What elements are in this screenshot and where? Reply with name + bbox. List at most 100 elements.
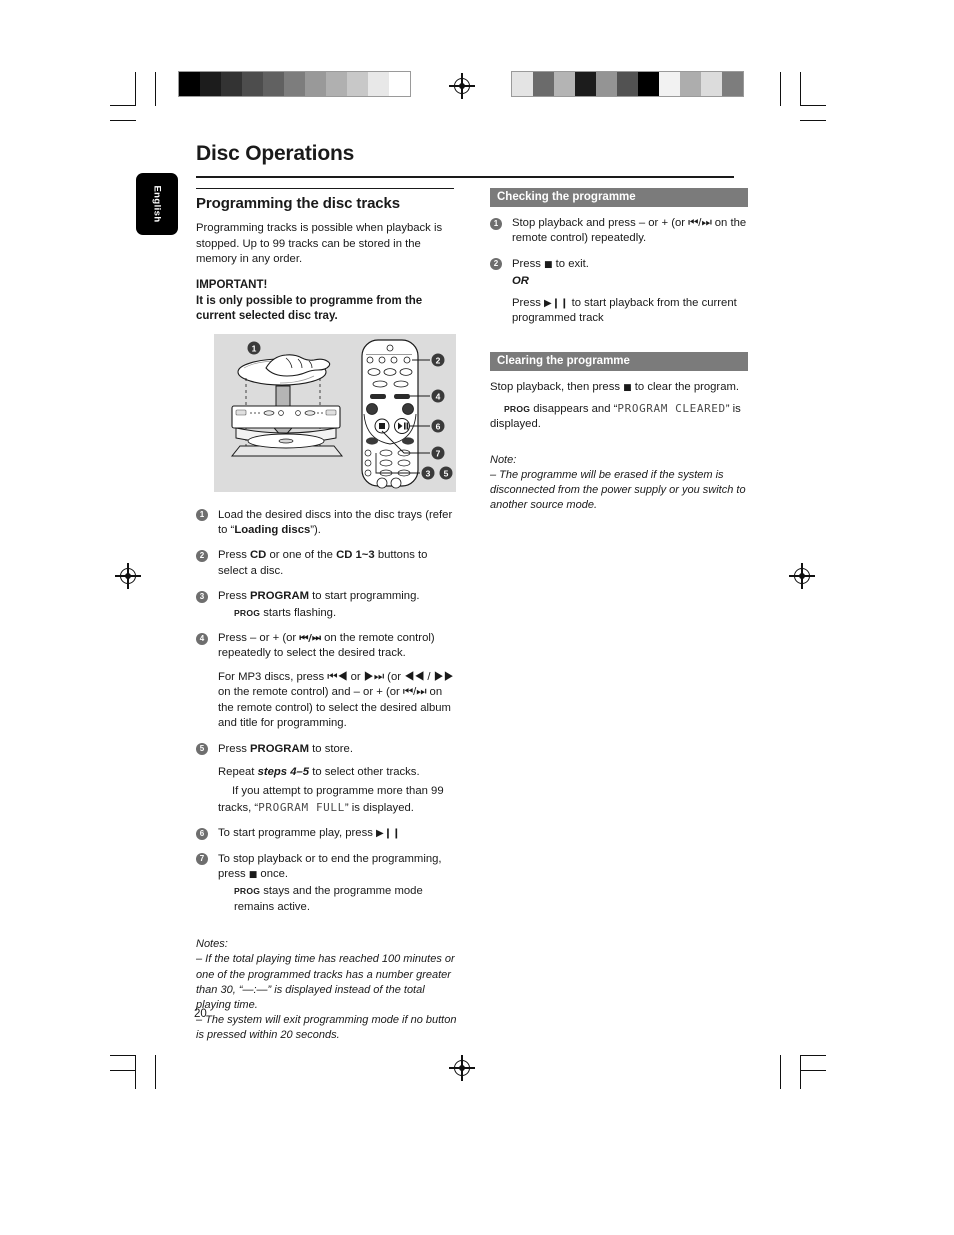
svg-text:3: 3 [426,469,431,479]
section-rule [196,188,454,190]
step-4: 4 Press – or + (or ⏮/⏭ on the remote con… [196,631,458,731]
note-label: Note: [490,453,517,466]
section-heading-programming: Programming the disc tracks [196,195,401,213]
language-tab: English [136,173,178,235]
step-3-sub: PROG starts flashing. [234,606,337,619]
play-pause-icon: ▶❙❙ [544,297,569,309]
button-program: PROGRAM [250,590,310,603]
left-column: Programming the disc tracks Programming … [196,188,458,1044]
gray-swatch [533,72,554,96]
registration-target-bottom [449,1055,475,1081]
crop-mark-top-right-horizontal [800,105,826,107]
step-6: 6 To start programme play, press ▶❙❙ [196,826,458,841]
svg-text:1: 1 [252,344,257,354]
or-separator: OR [512,275,529,288]
stop-icon: ■ [248,869,258,880]
prog-indicator: PROG [234,607,261,618]
stop-icon: ■ [623,383,632,394]
gray-swatch [617,72,638,96]
step-5-program-full: If you attempt to programme more than 99… [218,785,444,814]
registration-target-top [449,73,475,99]
gray-swatch [263,72,284,96]
crop-mark-bottom-left-vertical [135,1055,137,1089]
display-program-full: PROGRAM FULL [258,800,345,814]
registration-dot [459,83,465,89]
gray-swatch [596,72,617,96]
button-cd-1-3: CD 1~3 [336,549,375,562]
gray-swatch [638,72,659,96]
step-number: 4 [196,632,208,645]
crop-mark-top-right-vertical [800,72,802,106]
registration-target-left [115,563,141,589]
gray-swatch [389,72,410,96]
checking-step-2: 2 Press ■ to exit. OR [490,257,752,290]
crop-mark-bottom-right-outer [800,1070,826,1072]
crop-mark-top-left-bar [155,72,157,106]
prog-indicator: PROG [234,886,261,897]
step-text: Press – or + (or ⏮/⏭ on the remote contr… [218,632,435,660]
crop-mark-bottom-left-outer [110,1070,136,1072]
notes-block-left: Notes: – If the total playing time has r… [196,937,458,1043]
gray-swatch [200,72,221,96]
notes-block-right: Note: – The programme will be erased if … [490,453,752,514]
note-item: – The programme will be erased if the sy… [490,468,746,512]
section-heading-clearing: Clearing the programme [490,352,748,372]
button-program: PROGRAM [250,742,310,755]
step-2: 2 Press CD or one of the CD 1~3 buttons … [196,548,458,579]
note-item: – If the total playing time has reached … [196,953,455,1011]
registration-target-right [789,563,815,589]
figure-illustration: 1 2 4 6 7 3 5 [230,339,453,489]
step-number: 5 [196,743,208,755]
step-1: 1 Load the desired discs into the disc t… [196,508,458,539]
step-3: 3 Press PROGRAM to start programming. PR… [196,589,458,621]
note-item: – The system will exit programming mode … [196,1014,457,1042]
section-heading-checking: Checking the programme [490,188,748,207]
svg-text:5: 5 [444,469,449,479]
play-pause-icon: ▶❙❙ [376,828,401,840]
svg-text:4: 4 [436,392,441,402]
step-text: Press CD or one of the CD 1~3 buttons to… [218,549,428,577]
registration-dot [799,573,805,579]
title-rule [196,176,734,178]
step-number: 2 [196,549,208,562]
step-number: 1 [196,509,208,522]
checking-step-2-alt: Press ▶❙❙ to start playback from the cur… [512,296,737,325]
step-5: 5 Press PROGRAM to store. Repeat steps 4… [196,742,458,781]
gray-swatch [680,72,701,96]
registration-ring [454,78,470,94]
step-number: 7 [196,853,208,866]
button-cd: CD [250,549,267,562]
svg-text:7: 7 [436,449,441,459]
gray-swatch [722,72,743,96]
prog-indicator: PROG [504,403,531,414]
clearing-display-note: PROG disappears and “PROGRAM CLEARED” is… [490,401,741,431]
svg-text:6: 6 [436,422,441,432]
registration-dot [125,573,131,579]
crop-mark-top-right-outer [800,120,826,122]
gray-swatch [242,72,263,96]
step-7: 7 To stop playback or to end the program… [196,852,458,916]
gray-swatch [659,72,680,96]
step-number: 2 [490,258,502,271]
gray-swatch [368,72,389,96]
step-number: 1 [490,217,502,230]
crop-mark-top-left-horizontal [110,105,136,107]
registration-ring [454,1060,470,1076]
important-label: IMPORTANT! [196,279,268,292]
gray-swatch [179,72,200,96]
gray-swatch [284,72,305,96]
step-5-repeat: Repeat steps 4–5 to select other tracks. [218,765,420,778]
figure-loading-disc-and-remote: 1 2 4 6 7 3 5 [214,334,456,492]
gray-swatch [347,72,368,96]
important-text: It is only possible to programme from th… [196,294,423,323]
step-text: Load the desired discs into the disc tra… [218,508,453,537]
clearing-instruction: Stop playback, then press ■ to clear the… [490,381,740,394]
crop-mark-bottom-right-vertical [800,1055,802,1089]
crop-mark-top-right-bar [780,72,782,106]
step-emphasis: Loading discs [234,524,311,537]
gray-swatch [221,72,242,96]
right-column: Checking the programme 1 Stop playback a… [490,188,752,513]
step-text: To start programme play, press ▶❙❙ [218,827,401,840]
page-title: Disc Operations [196,142,355,165]
language-tab-label: English [151,185,163,223]
